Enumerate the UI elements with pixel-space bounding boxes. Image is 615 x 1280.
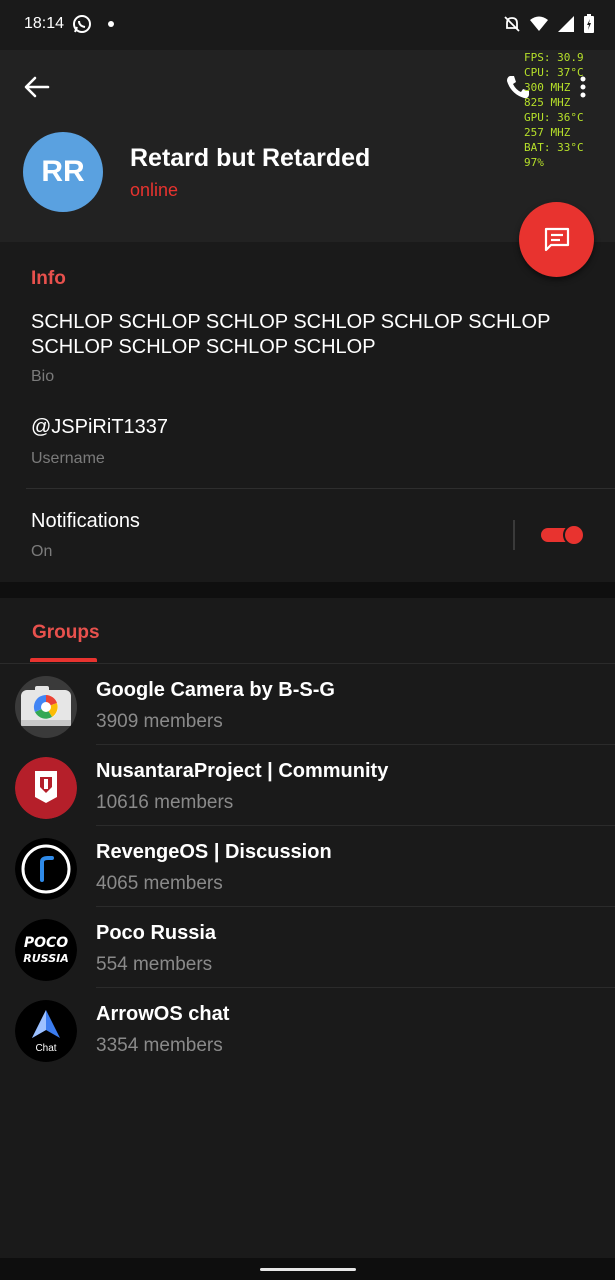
tab-indicator xyxy=(30,658,97,662)
list-item[interactable]: Google Camera by B-S-G 3909 members xyxy=(0,664,615,745)
list-item[interactable]: RevengeOS | Discussion 4065 members xyxy=(0,826,615,907)
info-section: Info SCHLOP SCHLOP SCHLOP SCHLOP SCHLOP … xyxy=(0,242,615,582)
group-name: NusantaraProject | Community xyxy=(96,760,389,782)
profile-name: Retard but Retarded xyxy=(130,144,371,172)
list-item[interactable]: Chat ArrowOS chat 3354 members xyxy=(0,988,615,1069)
notification-dot xyxy=(108,21,114,27)
poco-russia-icon: POCO RUSSIA xyxy=(15,919,77,981)
group-members: 3909 members xyxy=(96,711,223,732)
notifications-state: On xyxy=(31,543,53,560)
revengeos-icon xyxy=(15,838,77,900)
send-message-button[interactable] xyxy=(519,202,594,277)
overlay-line: 97% xyxy=(524,156,544,169)
group-members: 10616 members xyxy=(96,792,234,813)
avatar[interactable]: RR xyxy=(23,132,103,212)
section-spacer xyxy=(0,582,615,598)
status-time: 18:14 xyxy=(24,15,65,32)
tab-groups[interactable]: Groups xyxy=(32,622,100,644)
vertical-separator xyxy=(513,520,515,550)
group-members: 4065 members xyxy=(96,873,223,894)
arrowos-logo-text: Chat xyxy=(35,1043,56,1054)
toggle-thumb xyxy=(563,524,585,546)
signal-icon xyxy=(558,16,574,32)
online-status: online xyxy=(130,180,179,200)
whatsapp-icon xyxy=(73,15,91,33)
profile-header: RR Retard but Retarded online xyxy=(0,50,615,242)
overlay-line: GPU: 36°C xyxy=(524,111,584,124)
wifi-icon xyxy=(530,16,548,31)
group-name: Google Camera by B-S-G xyxy=(96,679,335,701)
username-text[interactable]: @JSPiRiT1337 xyxy=(31,416,168,439)
notifications-toggle[interactable] xyxy=(541,524,587,546)
overlay-line: BAT: 33°C xyxy=(524,141,584,154)
back-arrow-icon[interactable] xyxy=(22,72,52,102)
list-item[interactable]: POCO RUSSIA Poco Russia 554 members xyxy=(0,907,615,988)
google-camera-icon xyxy=(15,676,77,738)
info-section-title: Info xyxy=(31,268,66,289)
group-members: 554 members xyxy=(96,954,213,975)
list-item[interactable]: NusantaraProject | Community 10616 membe… xyxy=(0,745,615,826)
groups-list: Google Camera by B-S-G 3909 members Nusa… xyxy=(0,664,615,1069)
poco-logo-line1: POCO xyxy=(24,935,68,951)
group-name: Poco Russia xyxy=(96,922,217,944)
message-icon xyxy=(544,227,569,251)
bio-text[interactable]: SCHLOP SCHLOP SCHLOP SCHLOP SCHLOP SCHLO… xyxy=(31,310,591,360)
performance-overlay: FPS: 30.9 CPU: 37°C 300 MHZ 825 MHZ GPU:… xyxy=(524,50,584,170)
group-name: ArrowOS chat xyxy=(96,1003,230,1025)
group-members: 3354 members xyxy=(96,1035,223,1056)
poco-logo-line2: RUSSIA xyxy=(23,952,68,965)
status-bar: 18:14 xyxy=(0,0,615,50)
arrowos-icon: Chat xyxy=(15,1000,77,1062)
bell-off-icon xyxy=(504,16,520,32)
overlay-line: 257 MHZ xyxy=(524,126,571,139)
divider xyxy=(26,488,615,489)
group-name: RevengeOS | Discussion xyxy=(96,841,332,863)
overlay-line: CPU: 37°C xyxy=(524,66,584,79)
nusantara-icon xyxy=(15,757,77,819)
tab-bar: Groups xyxy=(0,598,615,664)
overlay-line: 825 MHZ xyxy=(524,96,571,109)
battery-charging-icon xyxy=(584,14,594,33)
overlay-line: FPS: 30.9 xyxy=(524,51,584,64)
bio-label: Bio xyxy=(31,368,55,385)
home-gesture-handle[interactable] xyxy=(260,1268,356,1271)
status-icons xyxy=(503,14,595,34)
navigation-bar xyxy=(0,1258,615,1280)
overlay-line: 300 MHZ xyxy=(524,81,571,94)
username-label: Username xyxy=(31,450,105,467)
notifications-title[interactable]: Notifications xyxy=(31,510,140,533)
